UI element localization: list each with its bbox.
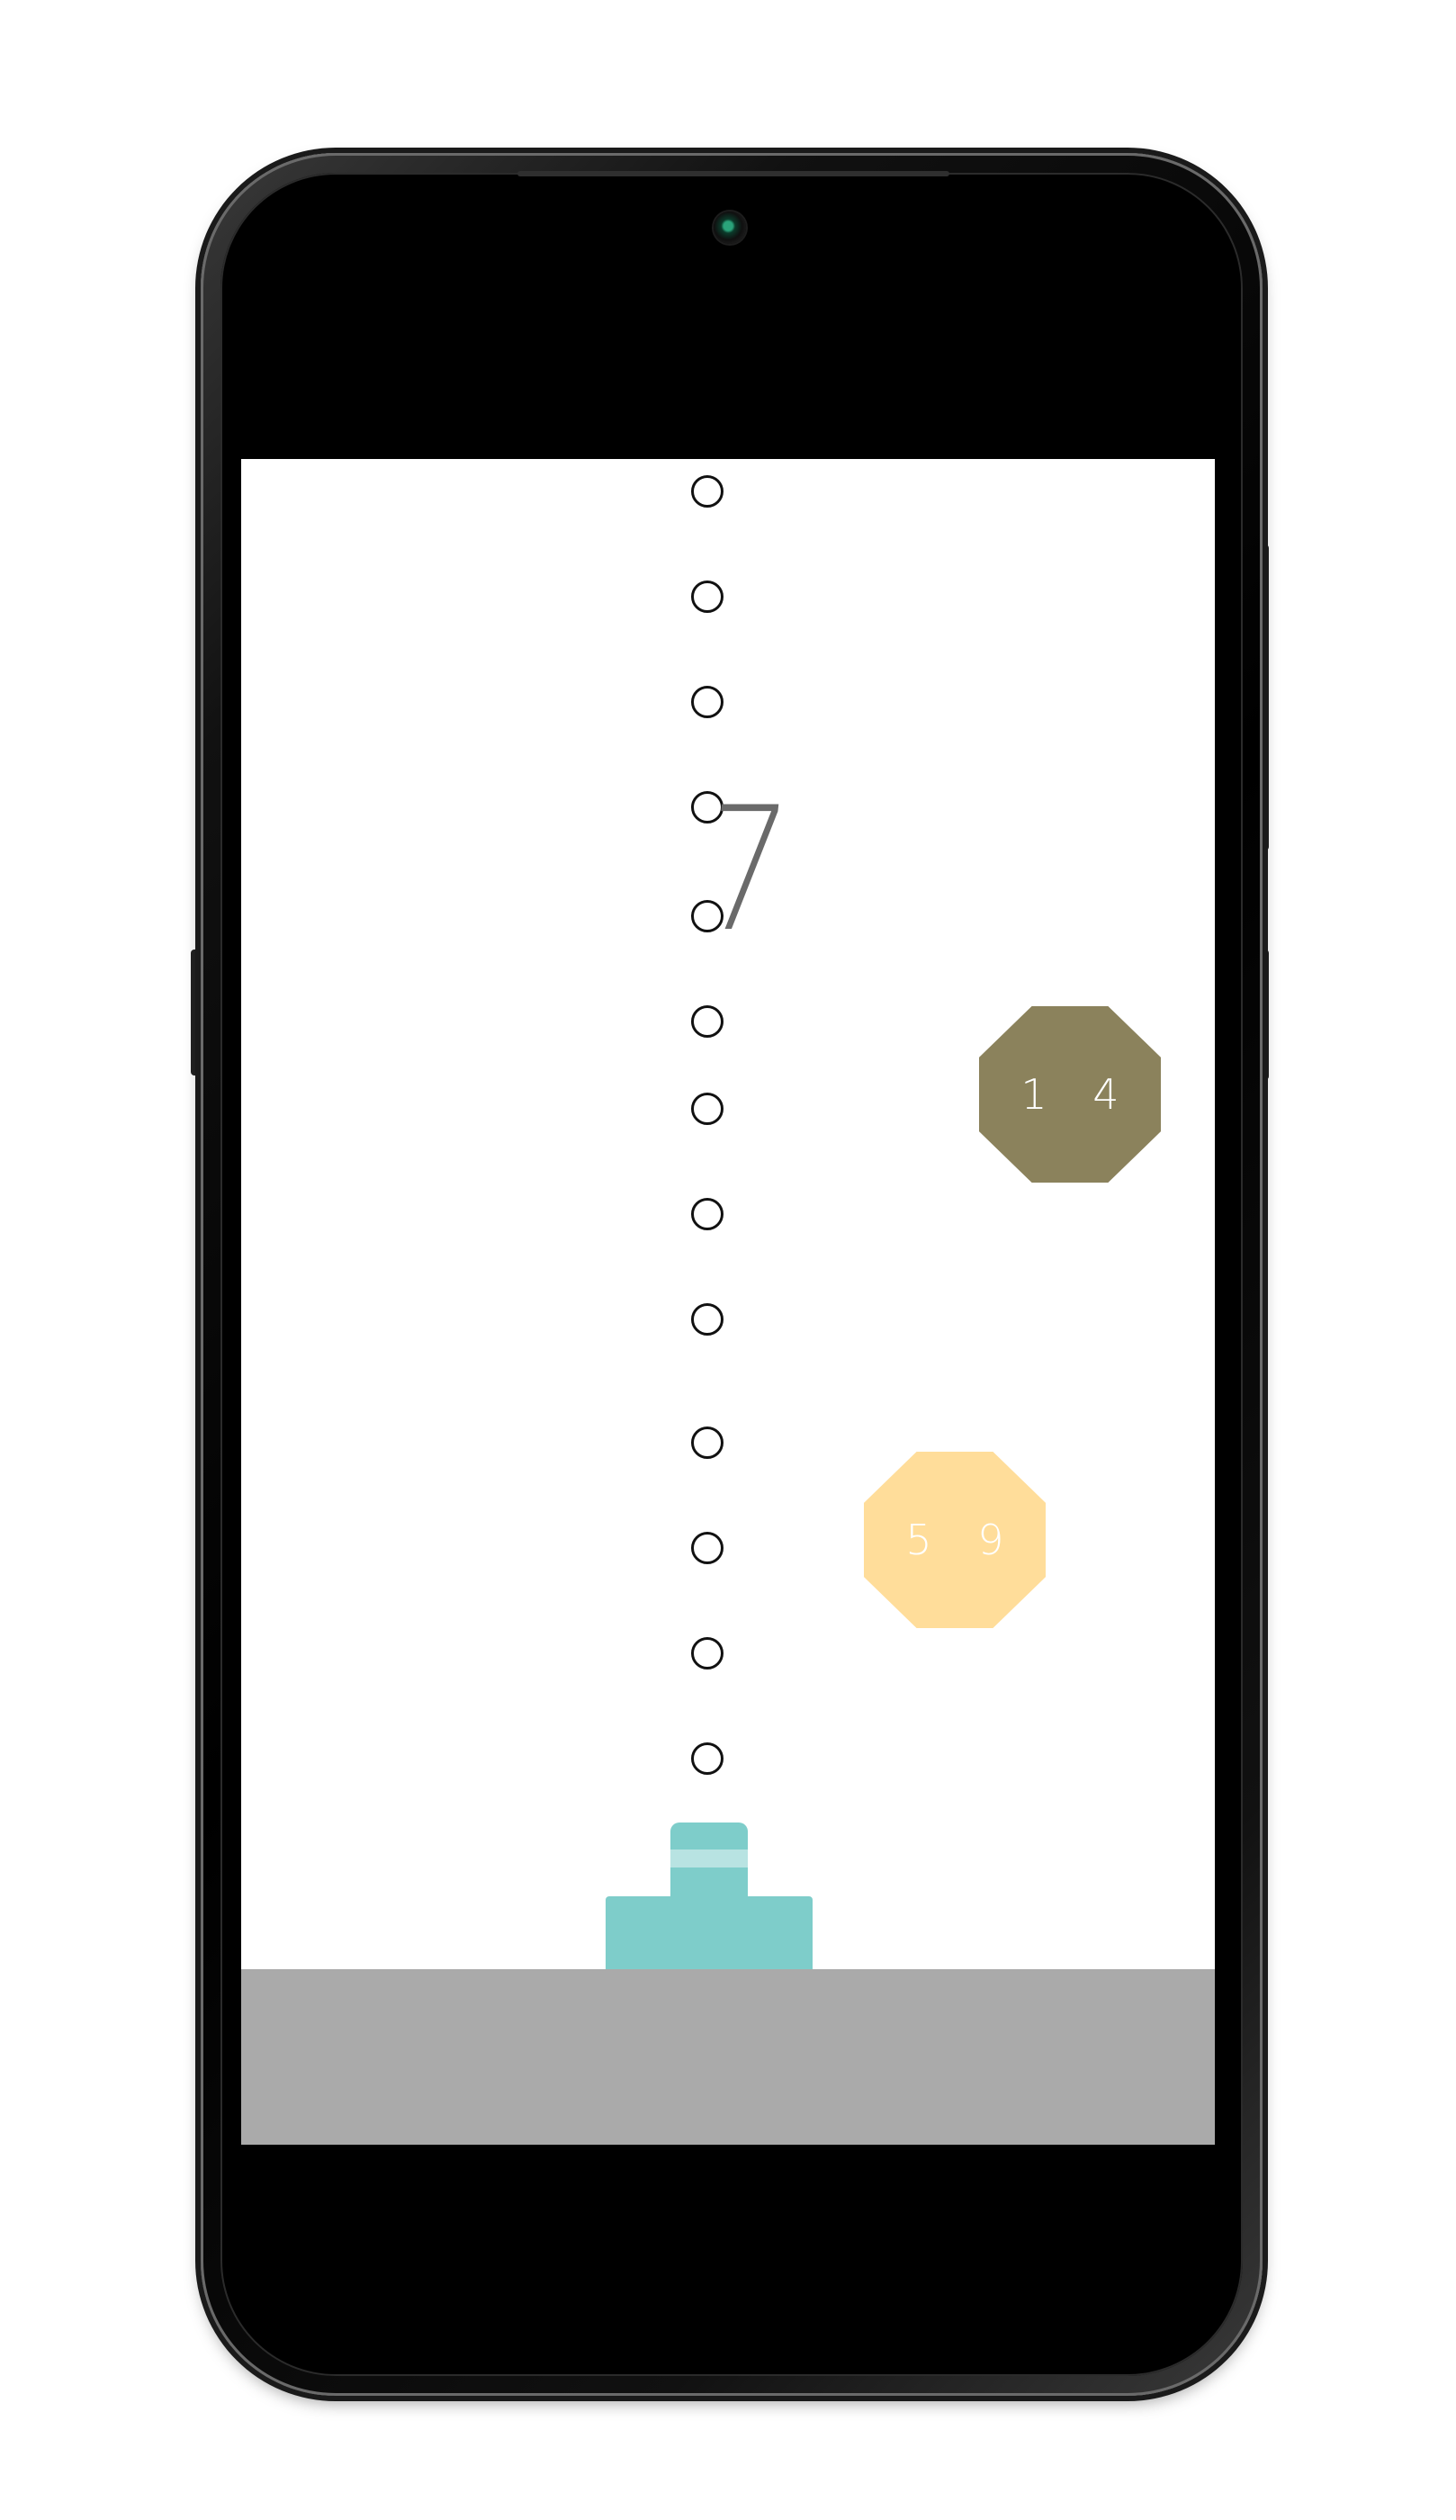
cannon-barrel-stripe (670, 1850, 748, 1868)
earpiece-speaker (517, 171, 949, 176)
aim-dot (691, 1303, 724, 1336)
device-mockup: 7 1 4 5 9 (0, 0, 1456, 2520)
aim-dot (691, 1093, 724, 1125)
block-hit-count: 5 9 (905, 1516, 1020, 1564)
score-counter: 7 (694, 770, 797, 969)
aim-dot (691, 1742, 724, 1775)
cannon-base (606, 1896, 813, 1970)
aim-dot (691, 686, 724, 718)
aim-dot (691, 1198, 724, 1230)
aim-dot (691, 475, 724, 508)
aim-dot (691, 1532, 724, 1564)
game-screen[interactable]: 7 1 4 5 9 (241, 459, 1215, 2145)
target-block: 5 9 (864, 1452, 1046, 1628)
camera-icon (714, 212, 746, 244)
target-block: 1 4 (979, 1006, 1161, 1183)
aim-dot (691, 580, 724, 613)
side-key-left (191, 950, 200, 1076)
ground-floor (241, 1969, 1215, 2145)
aim-dot (691, 1426, 724, 1459)
aim-dot (691, 1637, 724, 1670)
cannon-launcher[interactable] (606, 1822, 813, 1970)
block-hit-count: 1 4 (1020, 1070, 1136, 1119)
aim-dot (691, 1005, 724, 1038)
